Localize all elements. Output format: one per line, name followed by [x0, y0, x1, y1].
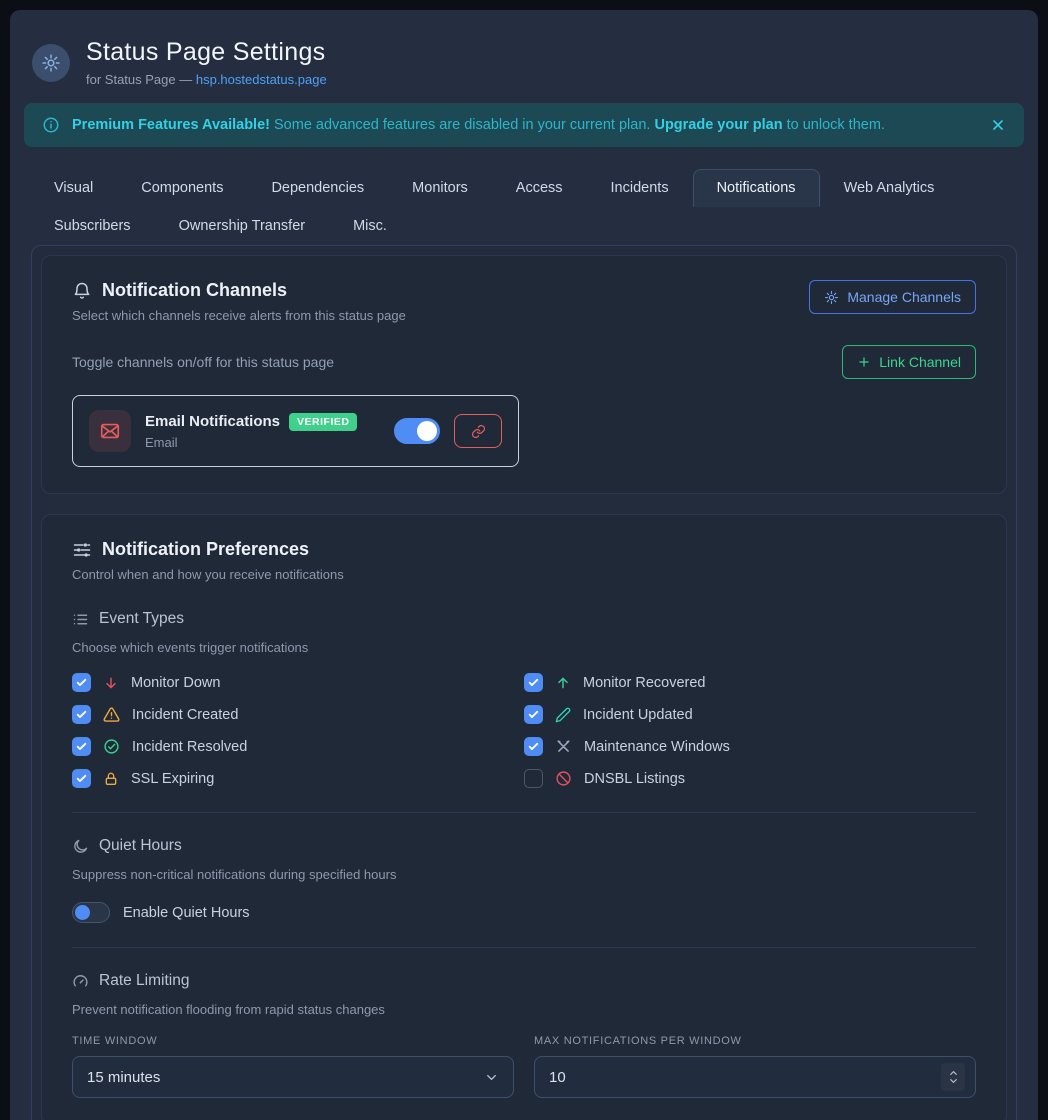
event-types-grid: Monitor Down Monitor Recovered: [72, 673, 976, 788]
event-types-subtitle: Choose which events trigger notification…: [72, 640, 976, 655]
channels-subtitle: Select which channels receive alerts fro…: [72, 308, 406, 323]
event-monitor-recovered: Monitor Recovered: [524, 673, 976, 692]
notifications-panel: Notification Channels Select which chann…: [31, 245, 1017, 1120]
plus-icon: [857, 355, 871, 369]
link-icon: [471, 424, 486, 439]
tab-ownership-transfer[interactable]: Ownership Transfer: [155, 207, 330, 245]
link-channel-button[interactable]: Link Channel: [842, 345, 976, 379]
notification-channels-card: Notification Channels Select which chann…: [41, 255, 1007, 494]
arrow-up-icon: [555, 675, 571, 691]
settings-tabs: Visual Components Dependencies Monitors …: [24, 169, 1024, 245]
page-header: Status Page Settings for Status Page — h…: [24, 24, 1024, 103]
channel-type: Email: [145, 435, 357, 450]
pencil-icon: [555, 707, 571, 723]
checkbox-ssl-expiring[interactable]: [72, 769, 91, 788]
bell-icon: [72, 281, 92, 301]
checkbox-monitor-recovered[interactable]: [524, 673, 543, 692]
unlink-channel-button[interactable]: [454, 414, 502, 448]
event-ssl-expiring: SSL Expiring: [72, 769, 524, 788]
preferences-title: Notification Preferences: [102, 539, 309, 560]
premium-banner-text: Premium Features Available! Some advance…: [72, 117, 885, 133]
time-window-select[interactable]: 15 minutes: [72, 1056, 514, 1098]
channel-name: Email Notifications: [145, 413, 280, 430]
tab-web-analytics[interactable]: Web Analytics: [820, 169, 959, 207]
channel-toggle[interactable]: [394, 418, 440, 444]
quiet-hours-toggle-label: Enable Quiet Hours: [123, 905, 250, 921]
divider: [72, 947, 976, 948]
prohibited-icon: [555, 770, 572, 787]
tab-visual[interactable]: Visual: [30, 169, 117, 207]
event-monitor-down: Monitor Down: [72, 673, 524, 692]
tab-monitors[interactable]: Monitors: [388, 169, 492, 207]
gear-icon: [824, 290, 839, 305]
upgrade-plan-link[interactable]: Upgrade your plan: [654, 117, 782, 133]
channel-card-email: Email Notifications VERIFIED Email: [72, 395, 519, 467]
chevron-down-icon: [484, 1070, 499, 1085]
max-notifications-label: MAX NOTIFICATIONS PER WINDOW: [534, 1035, 976, 1047]
tab-components[interactable]: Components: [117, 169, 247, 207]
verified-badge: VERIFIED: [289, 413, 357, 431]
event-incident-created: Incident Created: [72, 705, 524, 724]
checkbox-incident-updated[interactable]: [524, 705, 543, 724]
rate-limiting-subtitle: Prevent notification flooding from rapid…: [72, 1002, 976, 1017]
tab-incidents[interactable]: Incidents: [587, 169, 693, 207]
mail-icon: [89, 410, 131, 452]
divider: [72, 812, 976, 813]
event-incident-resolved: Incident Resolved: [72, 737, 524, 756]
list-icon: [72, 611, 89, 628]
toggle-hint: Toggle channels on/off for this status p…: [72, 354, 334, 370]
event-types-heading-row: Event Types: [72, 610, 976, 628]
tab-access[interactable]: Access: [492, 169, 587, 207]
tab-misc[interactable]: Misc.: [329, 207, 411, 245]
tools-icon: [555, 738, 572, 755]
close-icon[interactable]: [990, 117, 1006, 133]
checkbox-incident-created[interactable]: [72, 705, 91, 724]
event-incident-updated: Incident Updated: [524, 705, 976, 724]
notification-preferences-card: Notification Preferences Control when an…: [41, 514, 1007, 1120]
app-shell: Status Page Settings for Status Page — h…: [10, 10, 1038, 1120]
rate-limiting-heading-row: Rate Limiting: [72, 972, 976, 990]
check-circle-icon: [103, 738, 120, 755]
checkbox-maintenance-windows[interactable]: [524, 737, 543, 756]
warning-icon: [103, 706, 120, 723]
tab-subscribers[interactable]: Subscribers: [30, 207, 155, 245]
quiet-hours-heading: Quiet Hours: [99, 837, 182, 855]
gauge-icon: [72, 973, 89, 990]
quiet-hours-heading-row: Quiet Hours: [72, 837, 976, 855]
tab-notifications[interactable]: Notifications: [693, 169, 820, 207]
checkbox-incident-resolved[interactable]: [72, 737, 91, 756]
checkbox-dnsbl-listings[interactable]: [524, 769, 543, 788]
moon-icon: [72, 838, 89, 855]
manage-channels-button[interactable]: Manage Channels: [809, 280, 976, 314]
checkbox-monitor-down[interactable]: [72, 673, 91, 692]
time-window-label: TIME WINDOW: [72, 1035, 514, 1047]
arrow-down-icon: [103, 675, 119, 691]
gear-icon: [32, 44, 70, 82]
page-subtitle: for Status Page — hsp.hostedstatus.page: [86, 72, 327, 87]
event-maintenance-windows: Maintenance Windows: [524, 737, 976, 756]
event-types-heading: Event Types: [99, 610, 184, 628]
quiet-hours-subtitle: Suppress non-critical notifications duri…: [72, 867, 976, 882]
rate-limiting-heading: Rate Limiting: [99, 972, 189, 990]
page-title: Status Page Settings: [86, 38, 327, 67]
preferences-subtitle: Control when and how you receive notific…: [72, 567, 976, 582]
premium-banner: Premium Features Available! Some advance…: [24, 103, 1024, 147]
sliders-icon: [72, 540, 92, 560]
stepper-icon[interactable]: [941, 1063, 965, 1091]
preferences-title-row: Notification Preferences: [72, 539, 976, 560]
lock-icon: [103, 771, 119, 787]
event-dnsbl-listings: DNSBL Listings: [524, 769, 976, 788]
quiet-hours-toggle[interactable]: [72, 902, 110, 923]
tab-dependencies[interactable]: Dependencies: [247, 169, 388, 207]
channels-title-row: Notification Channels: [72, 280, 406, 301]
max-notifications-input[interactable]: 10: [534, 1056, 976, 1098]
info-icon: [42, 116, 60, 134]
status-page-link[interactable]: hsp.hostedstatus.page: [196, 72, 327, 87]
channels-title: Notification Channels: [102, 280, 287, 301]
